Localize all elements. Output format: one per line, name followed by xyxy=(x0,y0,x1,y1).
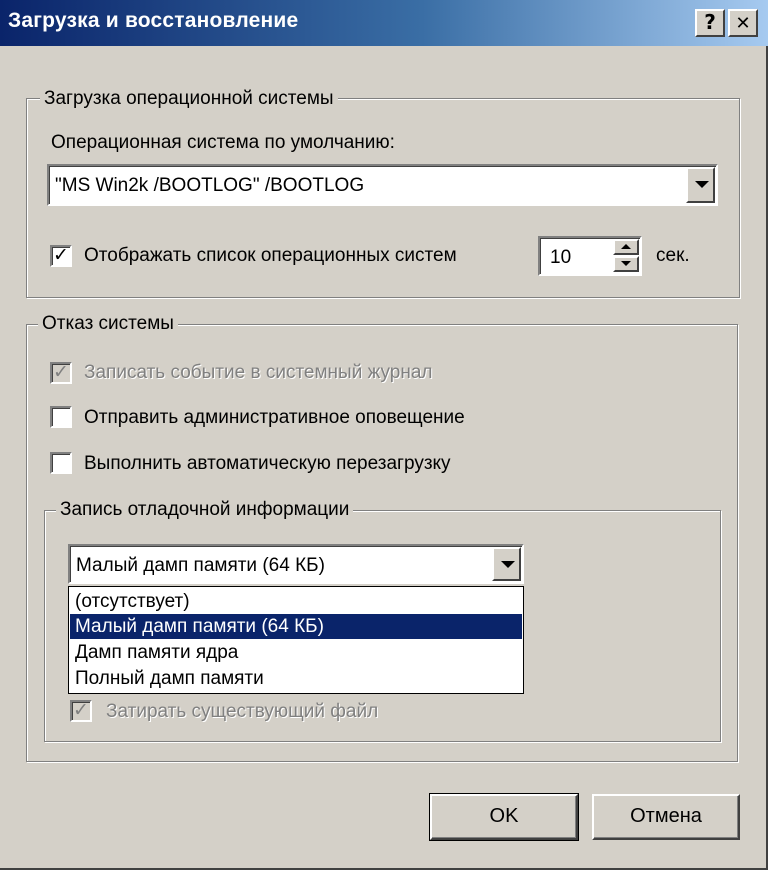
dump-option-small[interactable]: Малый дамп памяти (64 КБ) xyxy=(70,614,522,639)
cancel-button[interactable]: Отмена xyxy=(592,794,740,840)
startup-group-legend: Загрузка операционной системы xyxy=(40,88,338,110)
dump-type-select[interactable]: Малый дамп памяти (64 КБ) xyxy=(68,544,524,584)
auto-restart-label[interactable]: Выполнить автоматическую перезагрузку xyxy=(84,453,451,475)
dump-option-none[interactable]: (отсутствует) xyxy=(70,589,522,614)
chevron-down-icon xyxy=(695,181,709,188)
show-os-list-label[interactable]: Отображать список операционных систем xyxy=(84,245,457,267)
timeout-spinner[interactable]: 10 xyxy=(538,236,642,276)
help-button[interactable]: ? xyxy=(695,9,725,37)
checkmark-icon: ✓ xyxy=(53,244,69,266)
dump-type-dropdown-list: (отсутствует) Малый дамп памяти (64 КБ) … xyxy=(68,586,524,694)
timeout-unit: сек. xyxy=(656,245,690,266)
system-failure-legend: Отказ системы xyxy=(38,313,178,335)
arrow-down-icon xyxy=(621,261,631,266)
overwrite-label: Затирать существующий файл xyxy=(106,701,379,722)
spin-down-button[interactable] xyxy=(613,256,639,272)
timeout-value: 10 xyxy=(550,247,572,268)
close-icon: ✕ xyxy=(735,13,751,34)
close-button[interactable]: ✕ xyxy=(728,9,758,37)
arrow-up-icon xyxy=(621,244,631,249)
dump-option-full[interactable]: Полный дамп памяти xyxy=(70,666,522,691)
debug-info-legend: Запись отладочной информации xyxy=(56,499,354,521)
chevron-down-icon xyxy=(501,561,515,568)
dump-type-dropdown-button[interactable] xyxy=(492,547,521,581)
show-os-list-checkbox[interactable]: ✓ xyxy=(50,244,72,267)
auto-restart-checkbox[interactable] xyxy=(50,452,72,474)
default-os-select[interactable]: "MS Win2k /BOOTLOG" /BOOTLOG xyxy=(47,164,718,206)
title-bar[interactable]: Загрузка и восстановление ? ✕ xyxy=(0,0,768,46)
default-os-dropdown-button[interactable] xyxy=(686,167,715,203)
default-os-value: "MS Win2k /BOOTLOG" /BOOTLOG xyxy=(55,175,365,196)
window-title: Загрузка и восстановление xyxy=(8,9,299,32)
send-alert-label[interactable]: Отправить административное оповещение xyxy=(84,407,465,429)
spin-up-button[interactable] xyxy=(613,239,639,255)
send-alert-checkbox[interactable] xyxy=(50,406,72,428)
write-event-checkbox: ✓ xyxy=(50,361,72,384)
ok-button[interactable]: OK xyxy=(429,793,579,841)
checkmark-icon: ✓ xyxy=(73,699,89,721)
dump-option-kernel[interactable]: Дамп памяти ядра xyxy=(70,640,522,665)
write-event-label: Записать событие в системный журнал xyxy=(84,362,433,383)
overwrite-checkbox: ✓ xyxy=(70,699,92,722)
dump-type-value: Малый дамп памяти (64 КБ) xyxy=(76,555,325,576)
default-os-label: Операционная система по умолчанию: xyxy=(51,132,395,153)
checkmark-icon: ✓ xyxy=(53,361,69,383)
recovery-dialog: Загрузка и восстановление ? ✕ Загрузка о… xyxy=(0,0,768,870)
